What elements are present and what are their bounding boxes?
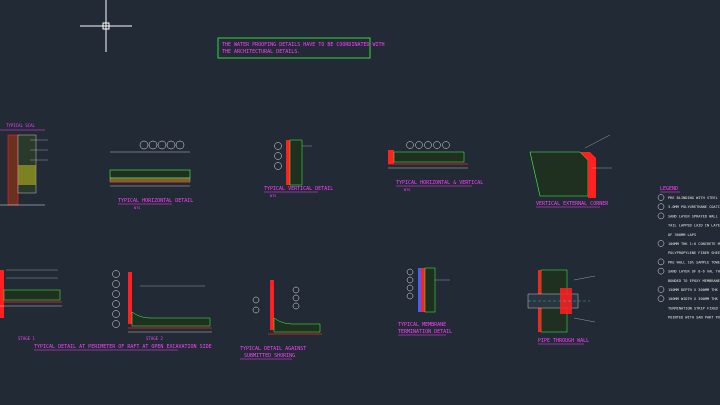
membrane-termination-title-2: TERMINATION DETAIL xyxy=(398,329,452,335)
legend-title: LEGEND xyxy=(660,186,678,192)
perimeter-detail-title: TYPICAL DETAIL AT PERIMETER OF RAFT AT O… xyxy=(34,344,212,350)
stage2-label: STAGE 2 xyxy=(146,336,163,341)
legend-number-marker xyxy=(657,203,665,210)
legend-item: PRE BLINDING WITH STEEL TOWE xyxy=(668,196,720,200)
typical-scal-title: TYPICAL SCAL xyxy=(6,123,35,128)
legend-item: TERMINATION STRIP FIXED WITH xyxy=(668,306,720,310)
note-line-2: THE ARCHITECTURAL DETAILS. xyxy=(222,49,300,55)
legend-item: SAND LAYER OF 8-6 VAL THK F xyxy=(668,270,720,274)
legend-item: 150MM DEPTH X 300MM THK PR xyxy=(668,288,720,292)
legend-item: 3.0MM POLYURETHANE COATING xyxy=(668,205,720,209)
legend-item: POLYPROPYLENE FIBER SHEET xyxy=(668,251,720,255)
general-note: THE WATER PROOFING DETAILS HAVE TO BE CO… xyxy=(217,37,385,59)
legend-item: BONDED TO EPOXY MEMBRANE xyxy=(668,279,720,283)
legend-item: TAIL LAPPED LAID IN LAYER OF xyxy=(668,224,720,228)
legend-item: OF 300MM LAPS xyxy=(668,233,696,237)
legend-item: 100MM THK 1:6 CONCRETE MIX xyxy=(668,242,720,246)
note-line-1: THE WATER PROOFING DETAILS HAVE TO BE CO… xyxy=(222,42,385,48)
stage1-label: STAGE 1 xyxy=(18,336,35,341)
against-shoring-detail: TYPICAL DETAIL AGAINST SUBMITTED SHORING xyxy=(240,280,322,360)
membrane-termination-detail: TYPICAL MEMBRANE TERMINATION DETAIL xyxy=(398,267,452,336)
legend-number-marker xyxy=(657,286,665,293)
legend-number-marker xyxy=(657,212,665,220)
horizontal-vertical-subtitle: NTS xyxy=(404,188,410,192)
legend-items: PRE BLINDING WITH STEEL TOWE 3.0MM POLYUR… xyxy=(657,194,720,320)
legend-item: PRE WALL 10% SAMPLE TOWEL xyxy=(668,260,720,264)
perimeter-stage1-detail: STAGE 1 xyxy=(0,269,62,341)
horizontal-vertical-detail: TYPICAL HORIZONTAL & VERTICAL NTS xyxy=(388,141,483,192)
legend-number-marker xyxy=(657,295,665,302)
vertical-corner-title: VERTICAL EXTERNAL CORNER xyxy=(536,201,609,207)
crosshair-cursor-icon xyxy=(80,0,132,52)
legend-item: POINTED WITH SAN PART PU SEA xyxy=(668,316,720,320)
perimeter-stage2-detail: STAGE 2 xyxy=(112,270,212,341)
horizontal-vertical-title: TYPICAL HORIZONTAL & VERTICAL xyxy=(396,180,483,186)
vertical-corner-detail: VERTICAL EXTERNAL CORNER xyxy=(529,134,612,208)
legend-number-marker xyxy=(657,240,665,247)
horizontal-detail-subtitle: NTS xyxy=(134,206,140,210)
membrane-termination-title-1: TYPICAL MEMBRANE xyxy=(398,322,446,328)
legend-number-marker xyxy=(657,194,665,201)
drawing-sheet: THE WATER PROOFING DETAILS HAVE TO BE CO… xyxy=(0,0,720,360)
legend-item: SAND LAYER SPRAYED WALL SPR xyxy=(668,214,720,218)
legend-number-marker xyxy=(657,258,665,266)
against-shoring-title-1: TYPICAL DETAIL AGAINST xyxy=(240,346,306,352)
legend-panel: LEGEND PRE BLINDING WITH STEEL TOWE 3.0MM… xyxy=(657,186,720,320)
legend-item: 100MM WIDTH X 300MM THK E xyxy=(668,297,720,301)
vertical-detail-title: TYPICAL VERTICAL DETAIL xyxy=(264,186,333,192)
typical-scal-detail: TYPICAL SCAL xyxy=(0,123,48,206)
horizontal-detail: TYPICAL HORIZONTAL DETAIL NTS xyxy=(109,140,193,210)
pipe-through-wall-title: PIPE THROUGH WALL xyxy=(538,338,589,344)
cad-drawing-canvas[interactable]: THE WATER PROOFING DETAILS HAVE TO BE CO… xyxy=(0,0,720,405)
against-shoring-title-2: SUBMITTED SHORING xyxy=(244,353,295,359)
vertical-detail: TYPICAL VERTICAL DETAIL NTS xyxy=(264,139,333,198)
pipe-through-wall-detail: PIPE THROUGH WALL xyxy=(527,269,596,345)
vertical-detail-subtitle: NTS xyxy=(270,194,276,198)
legend-number-marker xyxy=(657,267,665,275)
horizontal-detail-title: TYPICAL HORIZONTAL DETAIL xyxy=(118,198,193,204)
